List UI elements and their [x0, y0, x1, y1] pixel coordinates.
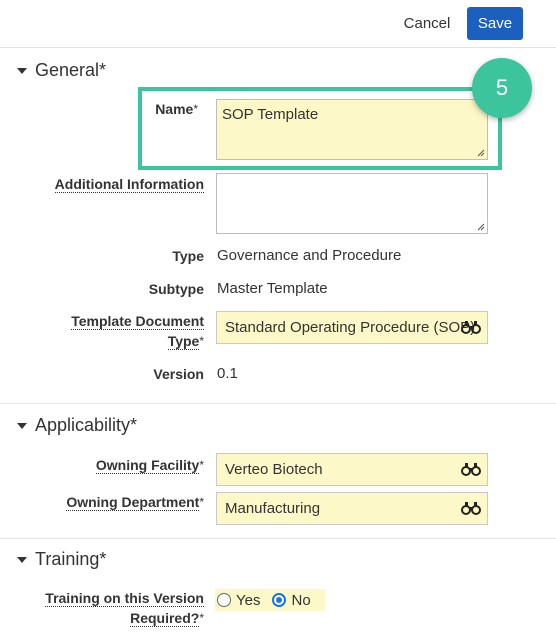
owning-facility-value: Verteo Biotech: [225, 461, 323, 478]
save-button[interactable]: Save: [467, 7, 523, 40]
version-value: 0.1: [217, 365, 238, 382]
template-document-type-label: Template Document Type*: [71, 313, 204, 350]
action-bar: Cancel Save: [0, 0, 556, 48]
caret-down-icon: [17, 557, 27, 563]
training-required-label: Training on this Version Required?*: [45, 590, 204, 627]
resize-handle-icon[interactable]: [477, 223, 485, 231]
training-required-radio-group: Yes No: [215, 589, 325, 611]
template-document-type-value: Standard Operating Procedure (SOP): [225, 319, 476, 336]
section-general-title: General*: [35, 59, 107, 80]
name-label: Name*: [155, 101, 198, 117]
section-divider: [0, 403, 556, 404]
training-no-label[interactable]: No: [291, 592, 310, 609]
type-value: Governance and Procedure: [217, 247, 402, 264]
subtype-label: Subtype: [148, 281, 204, 297]
binoculars-icon[interactable]: [461, 320, 481, 334]
caret-down-icon: [17, 423, 27, 429]
resize-handle-icon[interactable]: [477, 149, 485, 157]
section-training-title: Training*: [35, 548, 107, 569]
cancel-button[interactable]: Cancel: [396, 10, 458, 38]
name-field-value: SOP Template: [222, 106, 319, 123]
training-yes-radio[interactable]: [217, 593, 231, 607]
owning-department-value: Manufacturing: [225, 500, 321, 517]
subtype-value: Master Template: [217, 280, 328, 297]
section-applicability-title: Applicability*: [35, 414, 138, 435]
section-general-header[interactable]: General*: [17, 58, 106, 82]
type-label: Type: [172, 248, 204, 264]
section-training-header[interactable]: Training*: [17, 547, 106, 571]
version-label: Version: [153, 366, 204, 382]
owning-facility-lookup[interactable]: Verteo Biotech: [216, 453, 488, 486]
template-document-type-lookup[interactable]: Standard Operating Procedure (SOP): [216, 311, 488, 344]
binoculars-icon[interactable]: [461, 501, 481, 515]
additional-information-label: Additional Information: [54, 176, 204, 193]
section-divider: [0, 538, 556, 539]
section-applicability-header[interactable]: Applicability*: [17, 413, 137, 437]
document-edit-panel: Cancel Save General* Name* SOP Template …: [0, 0, 556, 643]
owning-department-label: Owning Department*: [66, 494, 204, 511]
owning-facility-label: Owning Facility*: [95, 457, 204, 474]
caret-down-icon: [17, 68, 27, 74]
binoculars-icon[interactable]: [461, 462, 481, 476]
training-no-radio[interactable]: [272, 593, 287, 607]
additional-information-field[interactable]: [216, 173, 488, 234]
training-yes-label[interactable]: Yes: [236, 592, 260, 609]
name-field[interactable]: SOP Template: [216, 99, 488, 160]
step-number-badge: 5: [472, 58, 532, 118]
owning-department-lookup[interactable]: Manufacturing: [216, 492, 488, 525]
